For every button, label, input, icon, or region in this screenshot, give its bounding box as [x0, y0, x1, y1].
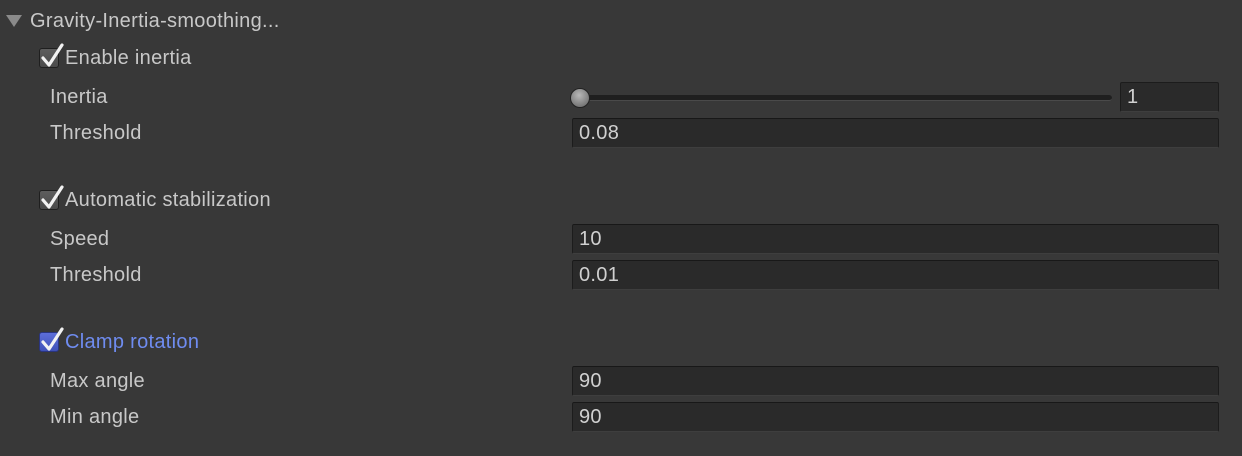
max-angle-field[interactable]: [572, 366, 1219, 396]
enable-inertia-label: Enable inertia: [65, 46, 192, 69]
section-title: Gravity-Inertia-smoothing...: [30, 9, 280, 32]
enable-inertia-toggle[interactable]: Enable inertia: [39, 43, 192, 73]
triangle-down-icon[interactable]: [6, 15, 22, 27]
clamp-rotation-checkbox[interactable]: [39, 327, 64, 352]
inertia-threshold-label: Threshold: [50, 122, 142, 144]
inertia-slider-track[interactable]: [580, 95, 1112, 101]
max-angle-label: Max angle: [50, 370, 145, 392]
clamp-rotation-label: Clamp rotation: [65, 330, 200, 353]
inertia-slider-handle[interactable]: [570, 88, 590, 108]
inertia-label: Inertia: [50, 86, 108, 108]
automatic-stabilization-toggle[interactable]: Automatic stabilization: [39, 185, 271, 215]
automatic-stabilization-label: Automatic stabilization: [65, 188, 271, 211]
stabilization-threshold-label: Threshold: [50, 264, 142, 286]
stabilization-threshold-field[interactable]: [572, 260, 1219, 290]
checkmark-icon: [41, 43, 64, 67]
inspector-panel: Gravity-Inertia-smoothing... Enable iner…: [0, 0, 1242, 456]
clamp-rotation-toggle[interactable]: Clamp rotation: [39, 327, 199, 357]
speed-field[interactable]: [572, 224, 1219, 254]
min-angle-label: Min angle: [50, 406, 140, 428]
inertia-threshold-field[interactable]: [572, 118, 1219, 148]
min-angle-field[interactable]: [572, 402, 1219, 432]
speed-label: Speed: [50, 228, 110, 250]
enable-inertia-checkbox[interactable]: [39, 43, 64, 68]
checkmark-icon: [41, 327, 64, 351]
section-foldout[interactable]: Gravity-Inertia-smoothing...: [6, 7, 280, 35]
automatic-stabilization-checkbox[interactable]: [39, 185, 64, 210]
checkmark-icon: [41, 185, 64, 209]
inertia-value-field[interactable]: [1120, 82, 1219, 112]
